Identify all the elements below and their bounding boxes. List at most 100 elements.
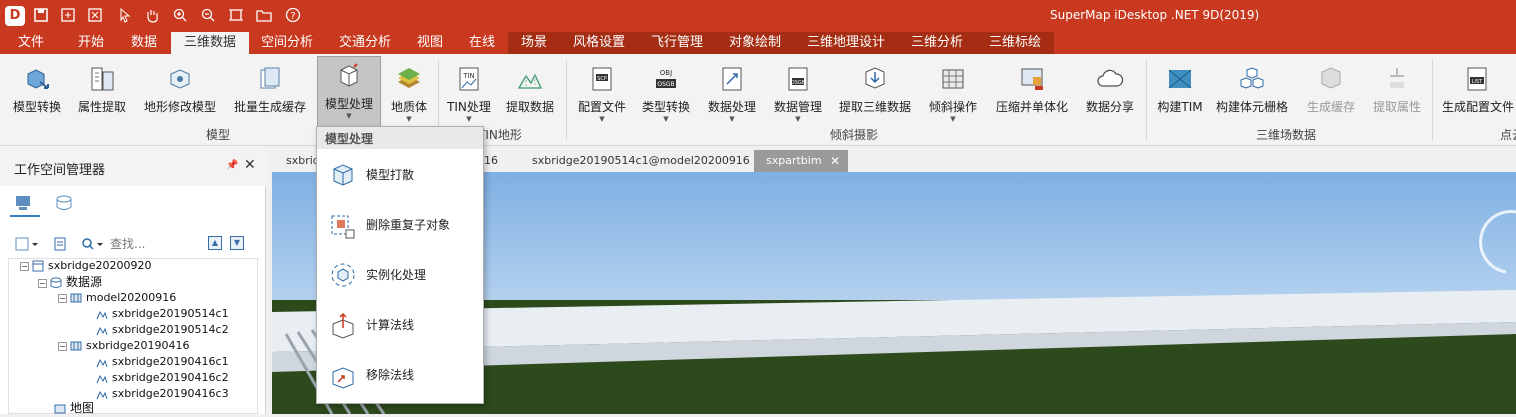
batch-generate-cache-button[interactable]: 批量生成缓存	[226, 60, 314, 130]
search-icon[interactable]	[80, 236, 106, 252]
tree-node-dataset[interactable]: sxbridge20190514c2	[96, 322, 229, 338]
data-process-label: 数据处理	[707, 100, 756, 114]
pin-icon[interactable]: 📌	[226, 160, 238, 171]
window-title: SuperMap iDesktop .NET 9D(2019)	[1050, 8, 1260, 22]
tin-process-button[interactable]: TIN TIN处理 ▼	[442, 60, 496, 130]
datasource-view-icon[interactable]	[54, 194, 76, 214]
svg-text:TIN: TIN	[462, 72, 475, 80]
cloud-icon	[1097, 69, 1124, 87]
collapse-icon[interactable]: −	[58, 341, 67, 351]
search-input[interactable]	[110, 234, 206, 254]
tab-style-settings[interactable]: 风格设置	[566, 32, 632, 54]
menu-item-label: 实例化处理	[366, 268, 427, 282]
geological-body-button[interactable]: 地质体 ▼	[384, 60, 434, 130]
tab-spatial-analysis[interactable]: 空间分析	[252, 32, 322, 54]
chevron-down-icon: ▼	[950, 115, 956, 123]
doc-tab[interactable]: 16	[484, 150, 498, 172]
collapse-icon[interactable]: −	[20, 261, 29, 271]
zoom-in-icon[interactable]	[171, 7, 189, 25]
group-point-cloud-label: 点云	[1500, 128, 1516, 142]
generate-config-file-button[interactable]: LIST 生成配置文件	[1438, 60, 1516, 130]
tab-object-drawing[interactable]: 对象绘制	[722, 32, 788, 54]
tab-3d-analysis[interactable]: 三维分析	[904, 32, 970, 54]
help-icon[interactable]: ?	[284, 7, 302, 25]
open-folder-icon[interactable]	[255, 7, 273, 25]
tab-online[interactable]: 在线	[462, 32, 502, 54]
attribute-extract-button[interactable]: 属性提取	[72, 60, 132, 130]
data-share-button[interactable]: 数据分享	[1080, 60, 1140, 130]
layer-options-icon[interactable]	[14, 236, 40, 252]
tin-process-icon: TIN	[459, 67, 479, 91]
tree-node-dataset[interactable]: sxbridge20190514c1	[96, 306, 229, 322]
workspace-view-icon[interactable]	[14, 194, 36, 214]
pointer-icon[interactable]	[116, 7, 134, 25]
dataset-icon	[96, 390, 108, 400]
extract-3d-data-button[interactable]: 提取三维数据	[832, 60, 918, 130]
menu-item-instancing[interactable]: 实例化处理	[322, 252, 480, 298]
collapse-icon[interactable]: −	[38, 278, 47, 288]
tree-node-datasources[interactable]: − 数据源	[38, 274, 102, 290]
data-manage-button[interactable]: OSGB 数据管理 ▼	[768, 60, 828, 130]
tree-node-dataset[interactable]: sxbridge20190416c1	[96, 354, 229, 370]
tab-view[interactable]: 视图	[410, 32, 450, 54]
type-convert-button[interactable]: OBJ OSGB 类型转换 ▼	[636, 60, 696, 130]
svg-text:LIST: LIST	[1472, 79, 1483, 85]
build-tim-label: 构建TIM	[1157, 100, 1203, 114]
tree-node-label: sxbridge20190416c3	[112, 387, 229, 400]
attribute-extract-icon	[91, 67, 114, 91]
close-window-icon[interactable]	[86, 7, 104, 25]
extract-data-button[interactable]: 提取数据	[500, 60, 560, 130]
data-process-button[interactable]: 数据处理 ▼	[700, 60, 764, 130]
close-icon[interactable]: ✕	[830, 150, 840, 172]
chevron-down-icon: ▼	[663, 115, 669, 123]
menu-item-label: 模型打散	[366, 168, 415, 182]
model-process-button[interactable]: 模型处理 ▼	[317, 56, 381, 130]
extract-data-label: 提取数据	[505, 100, 554, 114]
tab-traffic-analysis[interactable]: 交通分析	[330, 32, 400, 54]
list-file-icon: LIST	[1467, 67, 1487, 91]
new-window-icon[interactable]	[59, 7, 77, 25]
attribute-extract-label: 属性提取	[77, 100, 126, 114]
remove-normals-icon	[332, 367, 354, 389]
pan-hand-icon[interactable]	[143, 7, 161, 25]
collapse-icon[interactable]: −	[58, 293, 67, 303]
close-icon[interactable]: ✕	[244, 157, 256, 173]
tab-scene[interactable]: 场景	[514, 32, 554, 54]
search-next-button[interactable]: ▼	[230, 236, 244, 250]
build-tim-button[interactable]: 构建TIM	[1152, 60, 1208, 130]
tab-3d-geodesign[interactable]: 三维地理设计	[800, 32, 892, 54]
tab-home[interactable]: 开始	[68, 32, 114, 54]
tree-node-dataset[interactable]: sxbridge20190416c2	[96, 370, 229, 386]
tree-node-datasource[interactable]: − sxbridge20190416	[58, 338, 190, 354]
app-logo[interactable]: D	[5, 6, 25, 26]
menu-item-remove-duplicates[interactable]: 删除重复子对象	[322, 202, 480, 248]
terrain-modify-model-button[interactable]: 地形修改模型	[138, 60, 222, 130]
tab-3d-plotting[interactable]: 三维标绘	[982, 32, 1048, 54]
extract-attribute-button[interactable]: 提取属性	[1366, 60, 1428, 130]
menu-item-compute-normals[interactable]: 计算法线	[322, 302, 480, 348]
tab-file[interactable]: 文件	[8, 32, 54, 54]
doc-tab[interactable]: sxbridge20190514c1@model20200916	[532, 150, 750, 172]
tree-node-dataset[interactable]: sxbridge20190416c3	[96, 386, 229, 402]
save-icon[interactable]	[32, 7, 50, 25]
config-file-button[interactable]: SCP 配置文件 ▼	[572, 60, 632, 130]
menu-item-remove-normals[interactable]: 移除法线	[322, 352, 480, 398]
model-convert-button[interactable]: 模型转换	[4, 60, 70, 130]
tree-node-datasource[interactable]: − model20200916	[58, 290, 176, 306]
tree-node-label: sxbridge20200920	[48, 259, 152, 272]
build-tim-icon	[1168, 69, 1192, 89]
tab-data[interactable]: 数据	[121, 32, 167, 54]
doc-tab-active[interactable]: sxpartbim ✕	[754, 150, 848, 172]
menu-item-model-scatter[interactable]: 模型打散	[322, 152, 480, 198]
build-voxel-grid-button[interactable]: 构建体元栅格	[1210, 60, 1294, 130]
generate-cache-button[interactable]: 生成缓存	[1300, 60, 1362, 130]
full-extent-icon[interactable]	[227, 7, 245, 25]
zoom-out-icon[interactable]	[199, 7, 217, 25]
search-prev-button[interactable]: ▲	[208, 236, 222, 250]
document-icon[interactable]	[52, 236, 68, 252]
oblique-operation-button[interactable]: 倾斜操作 ▼	[922, 60, 984, 130]
tab-3d-data[interactable]: 三维数据	[171, 32, 249, 54]
compress-monomer-button[interactable]: 压缩并单体化	[988, 60, 1076, 130]
tab-flight-management[interactable]: 飞行管理	[644, 32, 710, 54]
tree-node-workspace[interactable]: − sxbridge20200920	[20, 258, 152, 274]
